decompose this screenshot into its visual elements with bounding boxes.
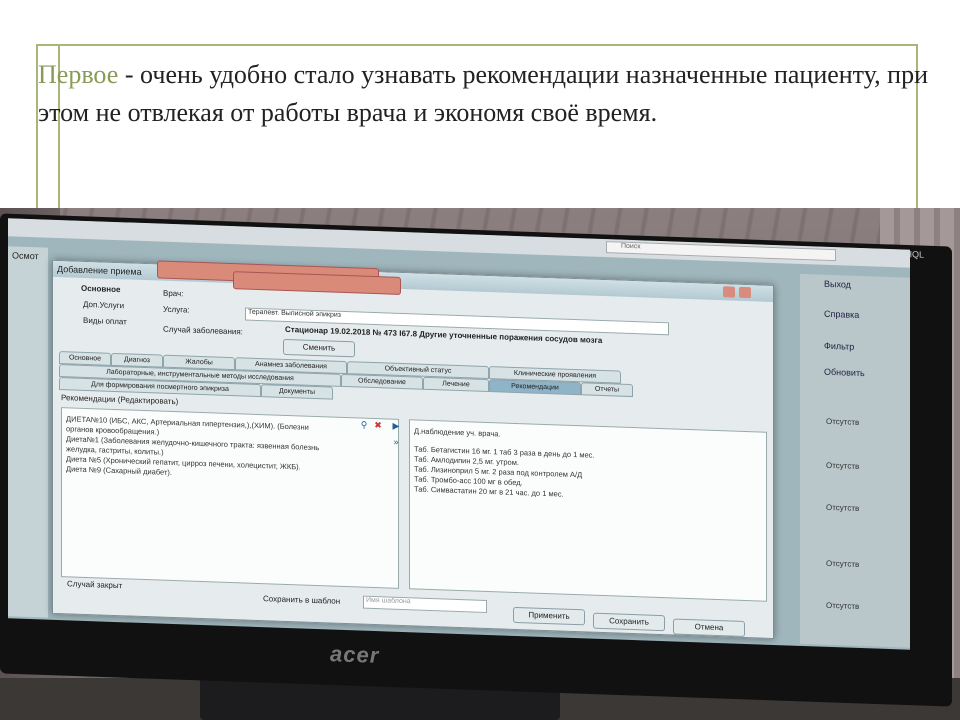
case-label: Случай заболевания:: [163, 324, 243, 337]
service-label: Услуга:: [163, 304, 190, 315]
slide-body-text: - очень удобно стало узнавать рекомендац…: [38, 60, 928, 127]
list-item[interactable]: Таб. Симвастатин 20 мг в 21 час. до 1 ме…: [414, 484, 564, 498]
status-cell: Отсутств: [826, 558, 860, 569]
screen: Поиск Осмот Выход Справка Фильтр Обновит…: [8, 218, 910, 650]
app-right-panel: Выход Справка Фильтр Обновить Отсутств О…: [800, 273, 910, 648]
change-button[interactable]: Сменить: [283, 338, 355, 358]
minimize-icon[interactable]: [723, 286, 735, 298]
save-button[interactable]: Сохранить: [593, 612, 665, 632]
status-cell: Отсутств: [826, 460, 860, 471]
diet-list-panel: ДИЕТА№10 (ИБС, АКС, Артериальная гиперте…: [61, 407, 399, 589]
help-link[interactable]: Справка: [824, 309, 859, 320]
observation-header: Д.наблюдение уч. врача.: [414, 426, 501, 439]
tab-reports[interactable]: Отчеты: [581, 382, 633, 398]
dialog-title: Добавление приема: [57, 263, 142, 277]
apply-button[interactable]: Применить: [513, 606, 585, 626]
tab-treatment[interactable]: Лечение: [423, 376, 489, 393]
status-cell: Отсутств: [826, 502, 860, 513]
add-visit-dialog: Добавление приема Основное Доп.Услуги Ви…: [52, 259, 774, 639]
save-template-checkbox[interactable]: Сохранить в шаблон: [263, 594, 340, 606]
filter-button[interactable]: Фильтр: [824, 341, 854, 352]
status-cell: Отсутств: [826, 600, 860, 611]
nav-extra-services[interactable]: Доп.Услуги: [83, 300, 124, 310]
template-name-input[interactable]: Имя шаблона: [363, 595, 487, 613]
monitor-photo: V226HQL acer Поиск Осмот Выход Справка Ф…: [0, 208, 960, 720]
doctor-label: Врач:: [163, 288, 184, 299]
delete-icon[interactable]: ✖: [373, 420, 383, 430]
status-cell: Отсутств: [826, 416, 860, 427]
update-button[interactable]: Обновить: [824, 367, 865, 378]
binoculars-icon[interactable]: ⚲: [359, 420, 369, 430]
closed-case-checkbox[interactable]: Случай закрыт: [67, 579, 122, 590]
slide-lead-word: Первое: [38, 60, 119, 89]
arrow-right-icon[interactable]: ▶: [391, 421, 401, 431]
tab-examination[interactable]: Обследование: [341, 373, 423, 390]
slide-text: Первое - очень удобно стало узнавать рек…: [38, 56, 928, 132]
tab-recommendations[interactable]: Рекомендации: [489, 379, 581, 396]
cancel-button[interactable]: Отмена: [673, 618, 745, 637]
prescription-panel: Д.наблюдение уч. врача. Таб. Бетагистин …: [409, 419, 767, 602]
nav-main[interactable]: Основное: [81, 284, 120, 294]
exit-link[interactable]: Выход: [824, 279, 851, 290]
close-icon[interactable]: [739, 286, 751, 299]
app-left-title: Осмот: [12, 250, 39, 262]
nav-payment[interactable]: Виды оплат: [83, 316, 127, 327]
app-left-panel: Осмот: [8, 246, 48, 618]
recommendations-header[interactable]: Рекомендации (Редактировать): [61, 393, 178, 406]
double-arrow-right-icon[interactable]: »: [391, 437, 401, 447]
brand-logo: acer: [330, 641, 380, 668]
tab-documents[interactable]: Документы: [261, 384, 333, 400]
